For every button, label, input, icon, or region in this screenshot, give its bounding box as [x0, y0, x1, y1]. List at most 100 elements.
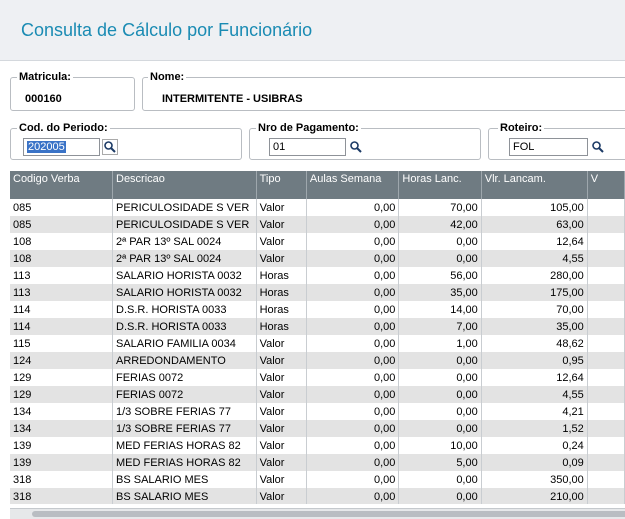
table-cell: 0,00 — [398, 471, 482, 488]
table-cell: 0,00 — [306, 318, 400, 335]
table-cell: 0,00 — [306, 420, 400, 437]
table-cell-truncated — [587, 318, 625, 335]
table-cell: Valor — [256, 233, 307, 250]
table-row[interactable]: 129 FERIAS 0072 Valor 0,00 0,00 12,64 — [10, 369, 625, 386]
table-cell: 0,95 — [481, 352, 588, 369]
table-cell: 70,00 — [398, 199, 482, 216]
table-cell-truncated — [587, 335, 625, 352]
table-cell-truncated — [587, 437, 625, 454]
roteiro-value: FOL — [513, 141, 535, 153]
roteiro-label: Roteiro: — [498, 122, 545, 134]
col-header-aulas-semana[interactable]: Aulas Semana — [306, 171, 400, 199]
table-row[interactable]: 318 BS SALARIO MES Valor 0,00 0,00 350,00 — [10, 471, 625, 488]
table-row[interactable]: 129 FERIAS 0072 Valor 0,00 0,00 4,55 — [10, 386, 625, 403]
table-cell: 70,00 — [481, 301, 588, 318]
table-cell-truncated — [587, 471, 625, 488]
cod-periodo-value: 202005 — [27, 141, 66, 153]
table-row[interactable]: 085 PERICULOSIDADE S VER Valor 0,00 42,00 63,… — [10, 216, 625, 233]
col-header-horas-lanc[interactable]: Horas Lanc. — [398, 171, 482, 199]
table-cell-truncated — [587, 386, 625, 403]
table-cell-truncated — [587, 301, 625, 318]
table-row[interactable]: 318 BS SALARIO MES Valor 0,00 0,00 210,00 — [10, 488, 625, 504]
table-row[interactable]: 115 SALARIO FAMILIA 0034 Valor 0,00 1,00 48,6… — [10, 335, 625, 352]
table-cell: 350,00 — [481, 471, 588, 488]
table-row[interactable]: 134 1/3 SOBRE FERIAS 77 Valor 0,00 0,00 1,52 — [10, 420, 625, 437]
table-cell: FERIAS 0072 — [112, 386, 257, 403]
nro-pagamento-value: 01 — [273, 141, 286, 153]
nro-pagamento-search-icon[interactable] — [348, 139, 364, 155]
table-cell: 12,64 — [481, 233, 588, 250]
table-cell: 0,00 — [306, 335, 400, 352]
table-row[interactable]: 139 MED FERIAS HORAS 82 Valor 0,00 10,00 0,24 — [10, 437, 625, 454]
table-row[interactable]: 108 2ª PAR 13º SAL 0024 Valor 0,00 0,00 4,55 — [10, 250, 625, 267]
nro-pagamento-input[interactable]: 01 — [269, 138, 346, 156]
matricula-value: 000160 — [25, 93, 62, 105]
table-cell: 2ª PAR 13º SAL 0024 — [112, 233, 257, 250]
table-cell: 318 — [10, 488, 113, 504]
table-cell: 1,52 — [481, 420, 588, 437]
table-cell-truncated — [587, 488, 625, 504]
table-cell: 63,00 — [481, 216, 588, 233]
table-cell: 0,00 — [398, 352, 482, 369]
table-cell: MED FERIAS HORAS 82 — [112, 437, 257, 454]
table-cell: 0,00 — [306, 352, 400, 369]
horizontal-scrollbar[interactable] — [10, 508, 625, 519]
col-header-vlr-lancam[interactable]: Vlr. Lancam. — [481, 171, 588, 199]
calculation-grid[interactable]: Codigo Verba Descricao Tipo Aulas Semana… — [10, 171, 625, 504]
table-row[interactable]: 114 D.S.R. HORISTA 0033 Horas 0,00 7,00 35,00 — [10, 318, 625, 335]
table-cell-truncated — [587, 250, 625, 267]
table-cell: 115 — [10, 335, 113, 352]
table-cell: 42,00 — [398, 216, 482, 233]
table-row[interactable]: 113 SALARIO HORISTA 0032 Horas 0,00 35,00 175… — [10, 284, 625, 301]
table-cell: Valor — [256, 420, 307, 437]
table-cell: 0,00 — [306, 250, 400, 267]
table-cell: 0,00 — [398, 386, 482, 403]
table-row[interactable]: 134 1/3 SOBRE FERIAS 77 Valor 0,00 0,00 4,21 — [10, 403, 625, 420]
col-header-tipo[interactable]: Tipo — [256, 171, 307, 199]
table-cell: 0,00 — [306, 386, 400, 403]
table-row[interactable]: 085 PERICULOSIDADE S VER Valor 0,00 70,00 105… — [10, 199, 625, 216]
table-cell: MED FERIAS HORAS 82 — [112, 454, 257, 471]
table-cell: 0,00 — [398, 369, 482, 386]
cod-periodo-input[interactable]: 202005 — [23, 138, 100, 156]
table-row[interactable]: 139 MED FERIAS HORAS 82 Valor 0,00 5,00 0,09 — [10, 454, 625, 471]
table-row[interactable]: 113 SALARIO HORISTA 0032 Horas 0,00 56,00 280… — [10, 267, 625, 284]
roteiro-search-icon[interactable] — [590, 139, 606, 155]
table-cell: 0,00 — [306, 403, 400, 420]
table-cell: 280,00 — [481, 267, 588, 284]
table-cell: 1/3 SOBRE FERIAS 77 — [112, 403, 257, 420]
scrollbar-thumb[interactable] — [32, 511, 625, 517]
table-cell-truncated — [587, 284, 625, 301]
table-cell: 1,00 — [398, 335, 482, 352]
table-cell: 0,09 — [481, 454, 588, 471]
table-cell: 129 — [10, 369, 113, 386]
table-row[interactable]: 124 ARREDONDAMENTO Valor 0,00 0,00 0,95 — [10, 352, 625, 369]
table-cell: 4,21 — [481, 403, 588, 420]
col-header-truncated[interactable]: V — [587, 171, 625, 199]
col-header-descricao[interactable]: Descricao — [112, 171, 257, 199]
table-cell: 129 — [10, 386, 113, 403]
table-cell: D.S.R. HORISTA 0033 — [112, 318, 257, 335]
table-cell: Valor — [256, 488, 307, 504]
table-row[interactable]: 114 D.S.R. HORISTA 0033 Horas 0,00 14,00 70,0… — [10, 301, 625, 318]
table-header-row: Codigo Verba Descricao Tipo Aulas Semana… — [10, 171, 625, 199]
table-cell: 0,00 — [306, 284, 400, 301]
cod-periodo-label: Cod. do Periodo: — [17, 122, 110, 134]
table-cell-truncated — [587, 420, 625, 437]
table-row[interactable]: 108 2ª PAR 13º SAL 0024 Valor 0,00 0,00 12,64 — [10, 233, 625, 250]
roteiro-input[interactable]: FOL — [509, 138, 588, 156]
table-cell: Valor — [256, 352, 307, 369]
table-cell-truncated — [587, 233, 625, 250]
col-header-codigo-verba[interactable]: Codigo Verba — [10, 171, 113, 199]
cod-periodo-search-icon[interactable] — [102, 139, 118, 155]
table-cell: BS SALARIO MES — [112, 471, 257, 488]
table-cell: 0,00 — [306, 216, 400, 233]
table-cell: Horas — [256, 267, 307, 284]
table-cell: 0,00 — [398, 233, 482, 250]
table-cell: D.S.R. HORISTA 0033 — [112, 301, 257, 318]
table-cell: 210,00 — [481, 488, 588, 504]
table-cell: 108 — [10, 250, 113, 267]
table-cell: Valor — [256, 216, 307, 233]
table-cell: 0,00 — [306, 233, 400, 250]
table-cell: Valor — [256, 199, 307, 216]
